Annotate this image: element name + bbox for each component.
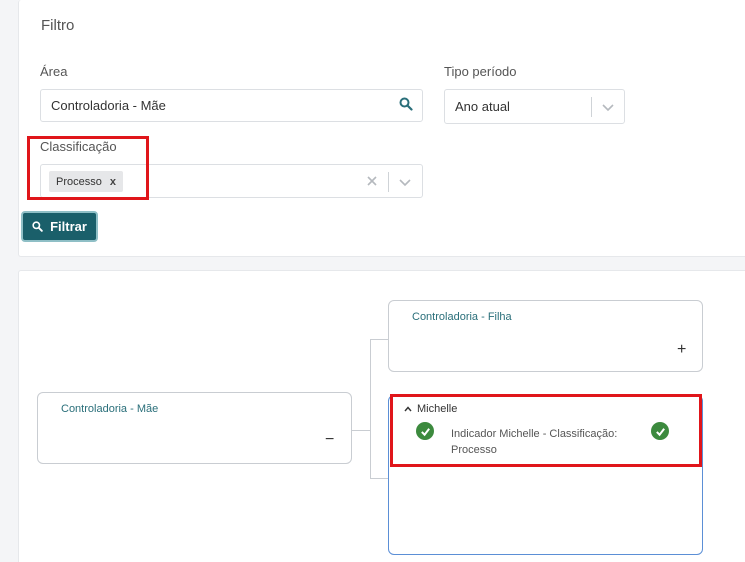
tree-node-child[interactable]: Controladoria - Filha +	[388, 300, 703, 372]
node-title: Controladoria - Filha	[412, 311, 512, 323]
clear-icon[interactable]	[366, 175, 378, 187]
area-field[interactable]: Controladoria - Mãe	[40, 89, 423, 122]
classification-select[interactable]: Processo x	[40, 164, 423, 198]
chevron-up-icon[interactable]	[404, 405, 412, 413]
select-divider	[388, 172, 389, 192]
filter-panel: Filtro	[18, 0, 745, 257]
chip-label: Processo	[56, 175, 102, 188]
connector-line	[351, 430, 370, 431]
period-label: Tipo período	[444, 64, 517, 79]
check-icon	[416, 422, 434, 440]
tree-node-root[interactable]: Controladoria - Mãe −	[37, 392, 352, 464]
classification-chip: Processo x	[49, 171, 123, 192]
filter-button[interactable]: Filtrar	[21, 211, 98, 242]
connector-line	[370, 339, 371, 478]
area-label: Área	[40, 64, 68, 79]
area-value: Controladoria - Mãe	[51, 98, 166, 113]
tree-node-expanded[interactable]: Michelle Indicador Michelle - Classifica…	[388, 395, 703, 555]
chevron-down-icon[interactable]	[398, 175, 412, 189]
check-icon	[651, 422, 669, 440]
collapse-icon[interactable]: −	[325, 431, 334, 449]
period-value: Ano atual	[455, 99, 510, 114]
filter-title: Filtro	[41, 17, 75, 34]
owner-name: Michelle	[417, 403, 458, 415]
indicator-label[interactable]: Indicador Michelle - Classificação: Proc…	[451, 426, 626, 458]
search-icon[interactable]	[399, 97, 413, 111]
connector-line	[370, 478, 389, 479]
node-title: Controladoria - Mãe	[61, 403, 159, 415]
chevron-down-icon[interactable]	[601, 100, 615, 114]
select-divider	[591, 97, 592, 117]
connector-line	[370, 339, 389, 340]
search-icon	[32, 221, 43, 232]
period-select[interactable]: Ano atual	[444, 89, 625, 124]
chip-remove-icon[interactable]: x	[110, 176, 116, 188]
classification-label: Classificação	[40, 139, 117, 154]
expand-icon[interactable]: +	[677, 341, 686, 359]
filter-button-label: Filtrar	[50, 219, 87, 234]
owner-header[interactable]: Michelle	[404, 403, 457, 415]
